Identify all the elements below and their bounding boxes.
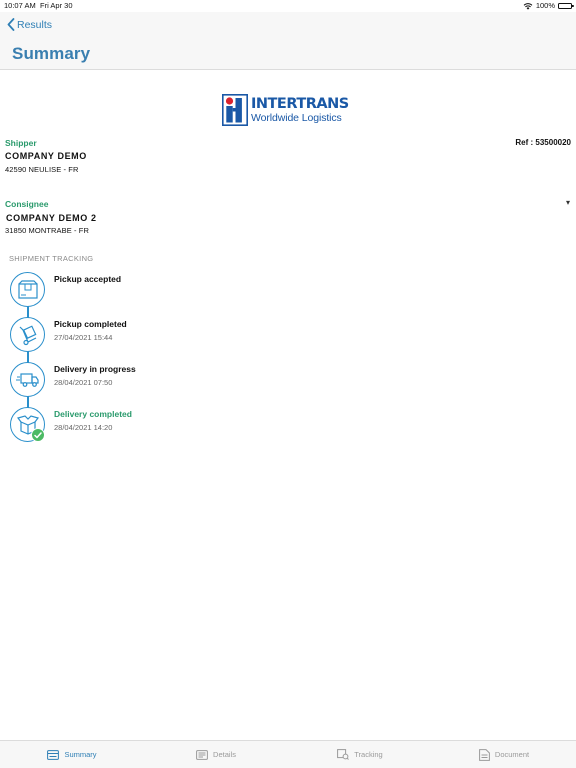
consignee-address: 31850 MONTRABE - FR [5, 226, 90, 235]
tab-details-label: Details [213, 750, 236, 759]
delivery-truck-icon [10, 362, 45, 397]
status-indicators: 100% [523, 1, 574, 10]
consignee-company: COMPANY DEMO 2 [6, 213, 97, 223]
status-date: Fri Apr 30 [40, 1, 73, 10]
document-icon [479, 748, 490, 761]
navigation-bar: Results Summary [0, 12, 576, 70]
tab-summary[interactable]: Summary [0, 741, 144, 768]
step-date: 28/04/2021 07:50 [54, 378, 113, 387]
company-logo: INTERTRANS Worldwide Logistics [222, 94, 349, 126]
tab-summary-label: Summary [64, 750, 97, 759]
tracking-step: Pickup accepted [10, 270, 570, 310]
page-title: Summary [12, 44, 91, 63]
step-date: 28/04/2021 14:20 [54, 423, 113, 432]
tracking-step: Pickup completed 27/04/2021 15:44 [10, 315, 570, 355]
step-title: Pickup completed [54, 319, 127, 329]
tracking-icon [337, 749, 350, 760]
back-button[interactable]: Results [7, 18, 52, 31]
chevron-left-icon [7, 18, 15, 31]
details-icon [196, 749, 208, 760]
tracking-section-header: SHIPMENT TRACKING [9, 254, 94, 263]
logo-tagline: Worldwide Logistics [251, 112, 342, 124]
tab-bar: Summary Details Tracking Document [0, 740, 576, 768]
logo-mark-icon [222, 94, 248, 126]
step-title: Delivery in progress [54, 364, 136, 374]
tab-details[interactable]: Details [144, 741, 288, 768]
status-time: 10:07 AM [4, 1, 36, 10]
tracking-step: Delivery in progress 28/04/2021 07:50 [10, 360, 570, 400]
step-title: Delivery completed [54, 409, 132, 419]
status-bar: 10:07 AM Fri Apr 30 100% [0, 0, 576, 12]
tab-document-label: Document [494, 750, 530, 759]
shipper-company: COMPANY DEMO [5, 151, 87, 161]
checkmark-icon [31, 428, 45, 442]
hand-truck-icon [10, 317, 45, 352]
tab-tracking-label: Tracking [354, 750, 383, 759]
step-title: Pickup accepted [54, 274, 122, 284]
shipper-label: Shipper [5, 138, 37, 148]
step-date: 27/04/2021 15:44 [54, 333, 113, 342]
shipper-address: 42590 NEULISE - FR [5, 165, 79, 174]
logo-brand: INTERTRANS [251, 95, 349, 112]
back-button-label: Results [17, 18, 53, 31]
consignee-collapse-toggle[interactable]: ▾ [566, 198, 570, 207]
consignee-label: Consignee [5, 199, 49, 209]
package-icon [10, 272, 45, 307]
battery-percent: 100% [535, 1, 555, 10]
tab-tracking[interactable]: Tracking [288, 741, 432, 768]
tab-document[interactable]: Document [432, 741, 576, 768]
summary-icon [47, 749, 60, 760]
tracking-timeline: Pickup accepted Pickup completed 27/04/2… [0, 268, 576, 448]
tracking-step: Delivery completed 28/04/2021 14:20 [10, 405, 570, 445]
reference-number: Ref : 53500020 [515, 138, 571, 147]
wifi-icon [523, 2, 533, 10]
battery-icon [558, 2, 574, 9]
